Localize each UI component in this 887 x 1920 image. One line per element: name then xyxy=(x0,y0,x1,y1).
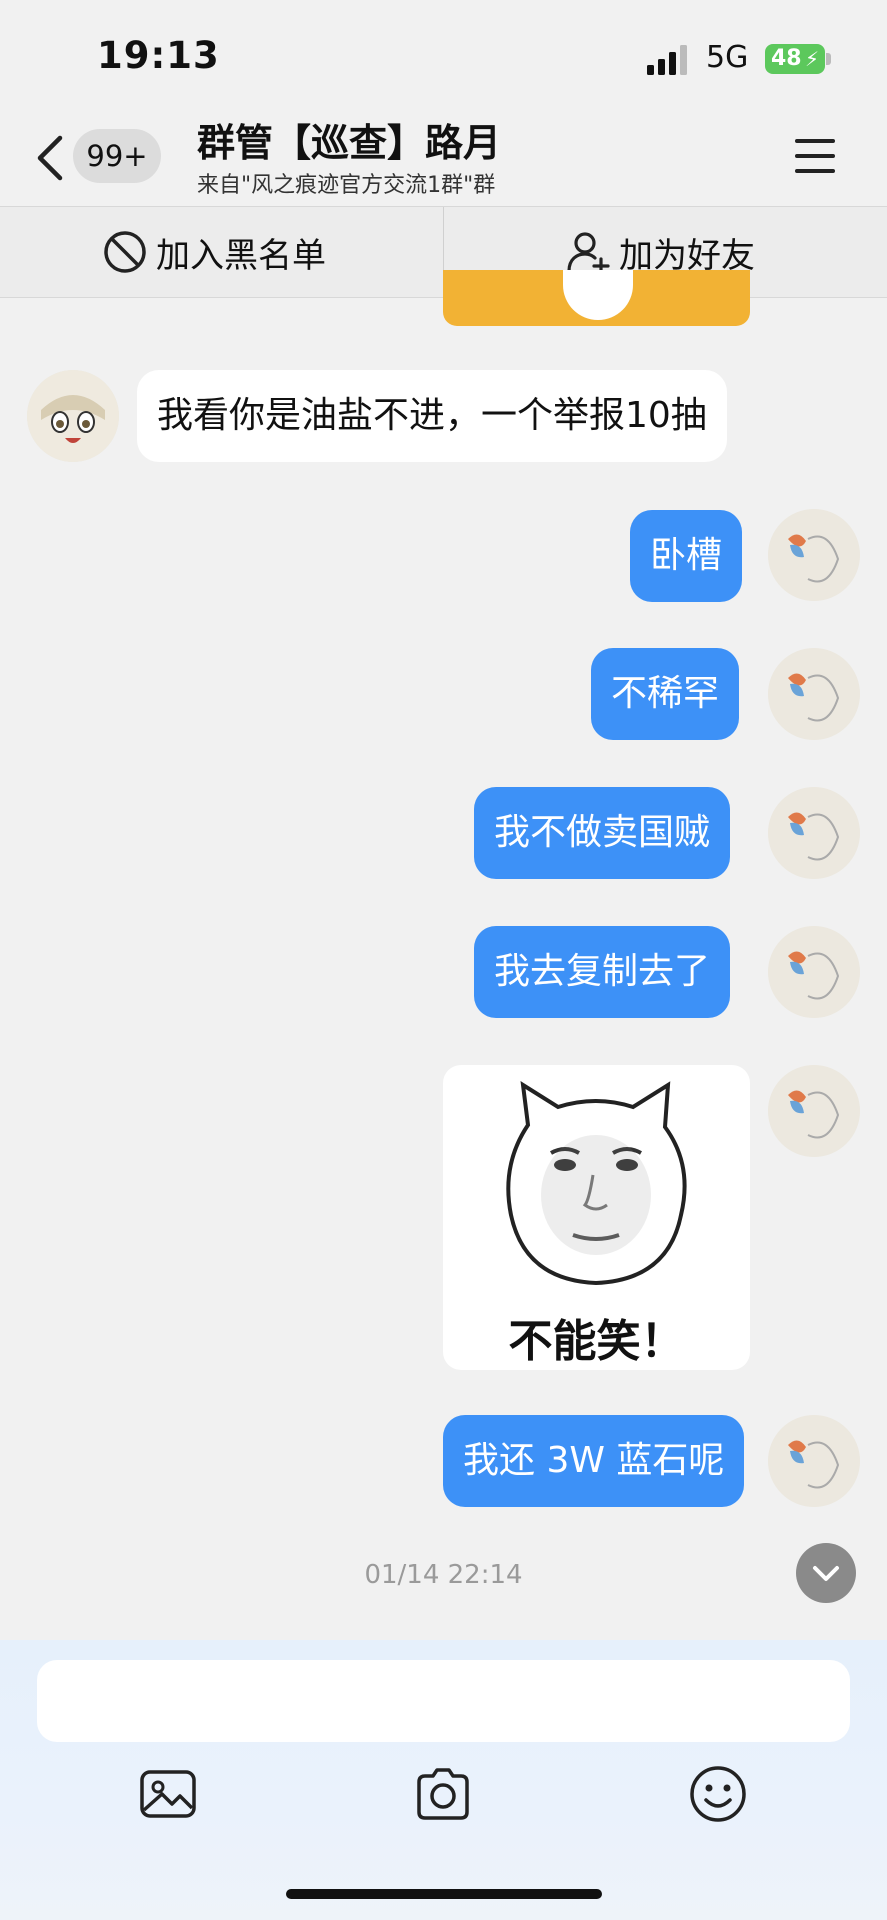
add-to-blacklist-label: 加入黑名单 xyxy=(156,235,326,276)
message-bubble-incoming[interactable]: 我看你是油盐不进，一个举报10抽 xyxy=(137,370,727,462)
chevron-down-icon xyxy=(813,1566,839,1603)
battery-nub xyxy=(826,53,831,65)
sticker-caption: 不能笑！ xyxy=(508,1316,685,1367)
emoji-icon[interactable] xyxy=(686,1762,750,1826)
message-bubble-outgoing[interactable]: 我不做卖国贼 xyxy=(474,787,731,879)
meme-face-image xyxy=(506,1081,687,1286)
message-timestamp: 01/14 22:14 xyxy=(364,1560,523,1590)
image-icon[interactable] xyxy=(136,1762,200,1826)
my-avatar[interactable] xyxy=(768,648,860,740)
status-bar: 19:13 5G 48 ⚡ xyxy=(0,0,887,110)
sender-avatar[interactable] xyxy=(27,370,119,462)
home-indicator[interactable] xyxy=(286,1889,602,1899)
sticker-message[interactable]: 不能笑！ xyxy=(443,1065,750,1370)
menu-icon[interactable] xyxy=(795,139,835,173)
battery-icon: 48 ⚡ xyxy=(765,44,825,74)
my-avatar[interactable] xyxy=(768,1065,860,1157)
status-time: 19:13 xyxy=(97,34,220,77)
chat-subtitle: 来自"风之痕迹官方交流1群"群 xyxy=(197,173,496,198)
unread-badge[interactable]: 99+ xyxy=(73,129,161,183)
signal-icon xyxy=(647,45,687,75)
scroll-to-bottom-button[interactable] xyxy=(796,1543,856,1603)
my-avatar[interactable] xyxy=(768,926,860,1018)
message-bubble-outgoing[interactable]: 卧槽 xyxy=(630,510,743,602)
my-avatar[interactable] xyxy=(768,787,860,879)
message-bubble-outgoing[interactable]: 不稀罕 xyxy=(591,648,740,740)
message-bubble-outgoing[interactable]: 我去复制去了 xyxy=(474,926,731,1018)
block-icon xyxy=(104,231,146,273)
add-to-blacklist-button[interactable]: 加入黑名单 xyxy=(102,207,326,297)
chat-title: 群管【巡查】路月 xyxy=(197,121,502,165)
camera-icon[interactable] xyxy=(411,1762,475,1826)
add-friend-icon xyxy=(567,232,610,275)
message-input[interactable] xyxy=(37,1660,850,1742)
charging-bolt-icon: ⚡ xyxy=(804,47,819,71)
back-arrow-icon[interactable] xyxy=(30,130,70,186)
message-bubble-outgoing[interactable]: 我还 3W 蓝石呢 xyxy=(443,1415,745,1507)
battery-level: 48 xyxy=(771,46,802,71)
my-avatar[interactable] xyxy=(768,509,860,601)
previous-image-message[interactable] xyxy=(443,270,750,326)
my-avatar[interactable] xyxy=(768,1415,860,1507)
network-label: 5G xyxy=(706,40,749,75)
